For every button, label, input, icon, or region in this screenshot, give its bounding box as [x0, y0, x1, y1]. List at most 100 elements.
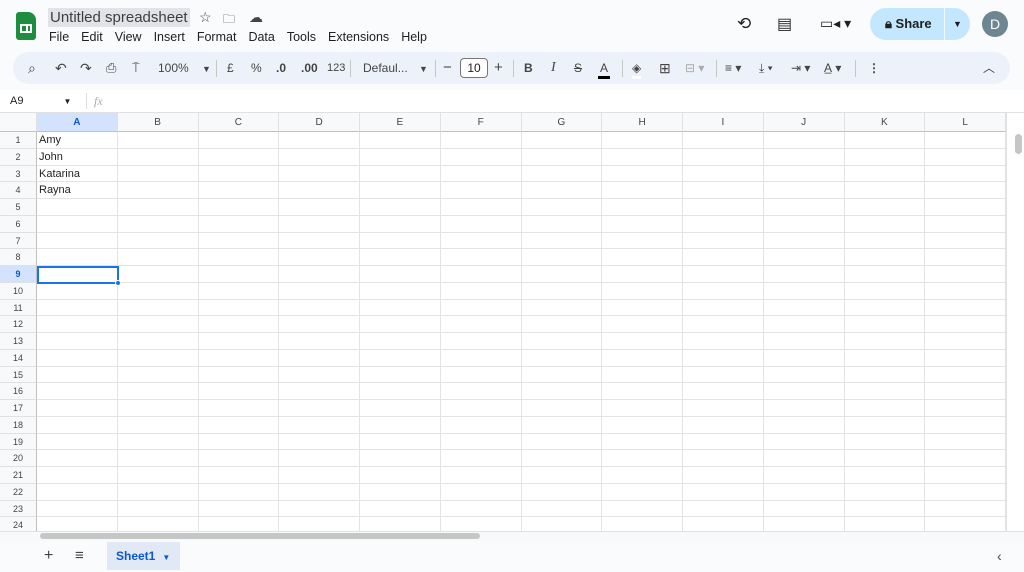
cell-d7[interactable]	[279, 232, 360, 250]
cell-c2[interactable]	[198, 148, 280, 166]
cell-b24[interactable]	[118, 517, 199, 531]
column-header-a[interactable]: A	[37, 113, 118, 132]
row-header-4[interactable]: 4	[0, 182, 37, 199]
cell-k2[interactable]	[844, 148, 926, 166]
cell-k16[interactable]	[844, 383, 926, 400]
cell-e4[interactable]	[360, 182, 441, 199]
cell-j6[interactable]	[763, 215, 845, 233]
menu-format[interactable]: Format	[197, 30, 237, 44]
strikethrough-icon[interactable]: S	[574, 60, 582, 76]
cell-b1[interactable]	[117, 132, 199, 149]
vertical-scrollbar[interactable]	[1006, 113, 1024, 531]
cell-d5[interactable]	[279, 199, 360, 216]
cell-g5[interactable]	[521, 199, 603, 216]
cell-k14[interactable]	[844, 349, 926, 367]
cell-j7[interactable]	[763, 232, 845, 250]
fill-color-icon[interactable]: ◈	[632, 60, 642, 79]
cell-c14[interactable]	[198, 349, 280, 367]
formula-input[interactable]	[120, 92, 1000, 110]
cell-e20[interactable]	[360, 450, 441, 467]
cell-l18[interactable]	[925, 416, 1006, 434]
cell-d11[interactable]	[279, 299, 360, 317]
cell-e12[interactable]	[360, 316, 441, 333]
cell-g13[interactable]	[521, 333, 603, 350]
cell-a19[interactable]	[37, 433, 118, 451]
row-header-11[interactable]: 11	[0, 299, 37, 317]
cell-k1[interactable]	[844, 132, 926, 149]
cell-b18[interactable]	[117, 416, 199, 434]
column-header-i[interactable]: I	[683, 113, 764, 132]
search-icon[interactable]: ⌕	[28, 60, 36, 76]
move-folder-icon[interactable]: 🗀	[223, 10, 235, 31]
cell-h24[interactable]	[602, 517, 683, 531]
cell-a13[interactable]	[37, 333, 118, 350]
more-formats-button[interactable]: 123	[327, 60, 345, 76]
cell-g18[interactable]	[521, 416, 603, 434]
font-size-input[interactable]: 10	[460, 58, 488, 78]
cell-i12[interactable]	[683, 316, 764, 333]
cell-i6[interactable]	[683, 215, 764, 233]
star-icon[interactable]: ☆	[199, 9, 212, 26]
cell-h18[interactable]	[602, 416, 683, 434]
row-header-5[interactable]: 5	[0, 199, 37, 216]
cell-g17[interactable]	[521, 400, 603, 417]
cell-b15[interactable]	[117, 366, 199, 384]
column-header-d[interactable]: D	[279, 113, 360, 132]
cell-d14[interactable]	[279, 349, 360, 367]
cell-c19[interactable]	[198, 433, 280, 451]
cell-f5[interactable]	[440, 199, 522, 216]
cell-e2[interactable]	[360, 148, 441, 166]
cell-a5[interactable]	[37, 199, 118, 216]
cell-l6[interactable]	[925, 215, 1006, 233]
cell-b19[interactable]	[117, 433, 199, 451]
cell-a17[interactable]	[37, 400, 118, 417]
cell-a10[interactable]	[37, 282, 118, 300]
cell-c20[interactable]	[198, 450, 280, 467]
cell-k18[interactable]	[844, 416, 926, 434]
column-header-k[interactable]: K	[844, 113, 926, 132]
cell-b20[interactable]	[117, 450, 199, 467]
cell-a22[interactable]	[37, 483, 118, 501]
cell-f4[interactable]	[440, 182, 522, 199]
cell-f20[interactable]	[440, 450, 522, 467]
cell-e11[interactable]	[360, 299, 441, 317]
cell-h2[interactable]	[602, 148, 683, 166]
cell-d9[interactable]	[279, 266, 360, 283]
cell-g20[interactable]	[521, 450, 603, 467]
cell-f2[interactable]	[440, 148, 522, 166]
text-wrapping-icon[interactable]: ⇥ ▾	[791, 60, 810, 76]
cell-l19[interactable]	[925, 433, 1006, 451]
cell-j5[interactable]	[763, 199, 845, 216]
cell-b11[interactable]	[117, 299, 199, 317]
currency-format-button[interactable]: £	[227, 60, 234, 76]
cell-e21[interactable]	[360, 467, 441, 484]
cloud-status-icon[interactable]: ☁	[249, 9, 263, 26]
cell-j1[interactable]	[763, 132, 845, 149]
version-history-icon[interactable]: ⟲	[737, 14, 751, 34]
cell-h7[interactable]	[602, 232, 683, 250]
cell-g24[interactable]	[522, 517, 603, 531]
cell-d22[interactable]	[279, 483, 360, 501]
cell-a15[interactable]	[37, 366, 118, 384]
cell-k24[interactable]	[845, 517, 926, 531]
cell-c15[interactable]	[198, 366, 280, 384]
cell-k6[interactable]	[844, 215, 926, 233]
cell-l9[interactable]	[925, 266, 1006, 283]
bold-button[interactable]: B	[524, 60, 533, 76]
menu-tools[interactable]: Tools	[287, 30, 316, 44]
cell-a14[interactable]	[37, 349, 118, 367]
cell-f13[interactable]	[440, 333, 522, 350]
cell-c11[interactable]	[198, 299, 280, 317]
cell-c21[interactable]	[198, 467, 280, 484]
menu-data[interactable]: Data	[248, 30, 274, 44]
cell-e6[interactable]	[360, 215, 441, 233]
row-header-22[interactable]: 22	[0, 483, 37, 501]
cell-k4[interactable]	[844, 182, 926, 199]
cell-i19[interactable]	[683, 433, 764, 451]
cell-e16[interactable]	[360, 383, 441, 400]
cell-b7[interactable]	[117, 232, 199, 250]
cell-b21[interactable]	[117, 467, 199, 484]
cell-c12[interactable]	[198, 316, 280, 333]
cell-l15[interactable]	[925, 366, 1006, 384]
cell-h13[interactable]	[602, 333, 683, 350]
